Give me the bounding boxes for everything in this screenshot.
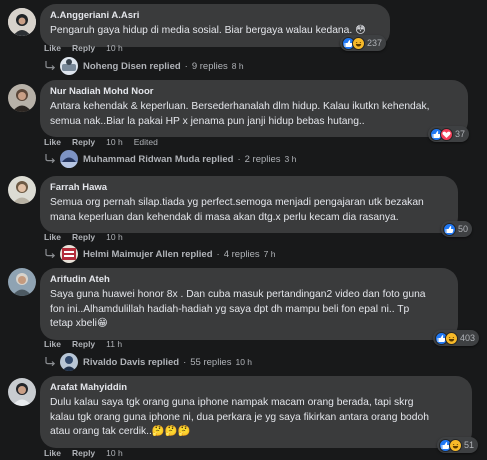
like-link[interactable]: Like <box>44 43 61 53</box>
reply-link[interactable]: Reply <box>72 137 95 147</box>
comment-bubble: Nur Nadiah Mohd Noor Antara kehendak & k… <box>40 80 468 137</box>
comment-text: Saya guna huawei honor 8x . Dan cuba mas… <box>50 289 426 329</box>
comment-actions: Like Reply 10 h <box>44 231 123 243</box>
replier-name: Helmi Maimujer Allen replied <box>83 248 213 260</box>
replier-avatar <box>60 353 78 371</box>
replier-avatar <box>60 57 78 75</box>
like-icon <box>443 222 456 236</box>
reply-count: 4 replies <box>223 248 260 260</box>
like-link[interactable]: Like <box>44 448 61 458</box>
reply-count: 55 replies <box>190 356 232 368</box>
comment-bubble: Arafat Mahyiddin Dulu kalau saya tgk ora… <box>40 376 472 448</box>
separator: · <box>184 60 188 72</box>
reaction-summary[interactable]: 403 <box>433 330 480 346</box>
replier-name: Rivaldo Davis replied <box>83 356 180 368</box>
comment-author[interactable]: Farrah Hawa <box>50 182 447 194</box>
edited-label[interactable]: Edited <box>134 137 158 147</box>
reply-link[interactable]: Reply <box>72 448 95 458</box>
replier-avatar <box>60 245 78 263</box>
comment-bubble: Arifudin Ateh Saya guna huawei honor 8x … <box>40 268 458 340</box>
avatar[interactable] <box>8 176 36 204</box>
reply-link[interactable]: Reply <box>72 339 95 349</box>
reply-arrow-icon <box>45 154 56 164</box>
reply-count: 2 replies <box>244 153 281 165</box>
like-link[interactable]: Like <box>44 232 61 242</box>
haha-icon <box>352 36 365 50</box>
reply-arrow-icon <box>45 61 56 71</box>
comment-actions: Like Reply 10 h Edited <box>44 136 158 148</box>
view-replies[interactable]: Muhammad Ridwan Muda replied · 2 replies… <box>44 150 296 168</box>
view-replies[interactable]: Rivaldo Davis replied · 55 replies 10 h <box>44 353 252 371</box>
reaction-count: 51 <box>464 440 475 450</box>
comment-actions: Like Reply 10 h <box>44 447 123 459</box>
haha-icon <box>445 331 458 345</box>
comment-text: Pengaruh gaya hidup di media sosial. Bia… <box>50 25 366 36</box>
comment-bubble: A.Anggeriani A.Asri Pengaruh gaya hidup … <box>40 4 390 47</box>
avatar[interactable] <box>8 268 36 296</box>
reaction-summary[interactable]: 37 <box>428 126 470 142</box>
comment-author[interactable]: Arafat Mahyiddin <box>50 382 461 394</box>
avatar[interactable] <box>8 84 36 112</box>
reaction-count: 50 <box>458 224 469 234</box>
reply-time: 8 h <box>231 61 244 71</box>
timestamp[interactable]: 11 h <box>106 339 122 349</box>
comment-author[interactable]: A.Anggeriani A.Asri <box>50 10 379 22</box>
view-replies[interactable]: Noheng Disen replied · 9 replies 8 h <box>44 57 244 75</box>
timestamp[interactable]: 10 h <box>106 232 123 242</box>
separator: · <box>183 356 187 368</box>
reaction-count: 237 <box>367 38 383 48</box>
reaction-summary[interactable]: 237 <box>340 35 387 51</box>
comment-feed: A.Anggeriani A.Asri Pengaruh gaya hidup … <box>0 0 487 460</box>
like-link[interactable]: Like <box>44 339 61 349</box>
reply-time: 10 h <box>235 357 253 367</box>
reply-link[interactable]: Reply <box>72 43 95 53</box>
comment-author[interactable]: Nur Nadiah Mohd Noor <box>50 86 457 98</box>
love-icon <box>440 127 453 141</box>
separator: · <box>237 153 241 165</box>
reply-count: 9 replies <box>191 60 228 72</box>
avatar[interactable] <box>8 378 36 406</box>
timestamp[interactable]: 10 h <box>106 137 123 147</box>
replier-name: Noheng Disen replied <box>83 60 181 72</box>
comment-text: Semua org pernah silap.tiada yg perfect.… <box>50 197 424 223</box>
reaction-summary[interactable]: 50 <box>441 221 473 237</box>
reaction-count: 37 <box>455 129 466 139</box>
comment-text: Dulu kalau saya tgk orang guna iphone na… <box>50 397 429 437</box>
replier-name: Muhammad Ridwan Muda replied <box>83 153 234 165</box>
reply-link[interactable]: Reply <box>72 232 95 242</box>
reply-time: 7 h <box>263 249 276 259</box>
reply-arrow-icon <box>45 249 56 259</box>
comment-actions: Like Reply 11 h <box>44 338 122 350</box>
reply-arrow-icon <box>45 357 56 367</box>
reaction-count: 403 <box>460 333 476 343</box>
haha-icon <box>449 438 462 452</box>
comment-actions: Like Reply 10 h <box>44 42 123 54</box>
separator: · <box>216 248 220 260</box>
reply-time: 3 h <box>284 154 297 164</box>
timestamp[interactable]: 10 h <box>106 43 123 53</box>
avatar[interactable] <box>8 8 36 36</box>
comment-text: Antara kehendak & keperluan. Bersederhan… <box>50 101 430 127</box>
like-link[interactable]: Like <box>44 137 61 147</box>
comment-author[interactable]: Arifudin Ateh <box>50 274 447 286</box>
view-replies[interactable]: Helmi Maimujer Allen replied · 4 replies… <box>44 245 275 263</box>
timestamp[interactable]: 10 h <box>106 448 123 458</box>
comment-bubble: Farrah Hawa Semua org pernah silap.tiada… <box>40 176 458 233</box>
replier-avatar <box>60 150 78 168</box>
reaction-summary[interactable]: 51 <box>437 437 479 453</box>
